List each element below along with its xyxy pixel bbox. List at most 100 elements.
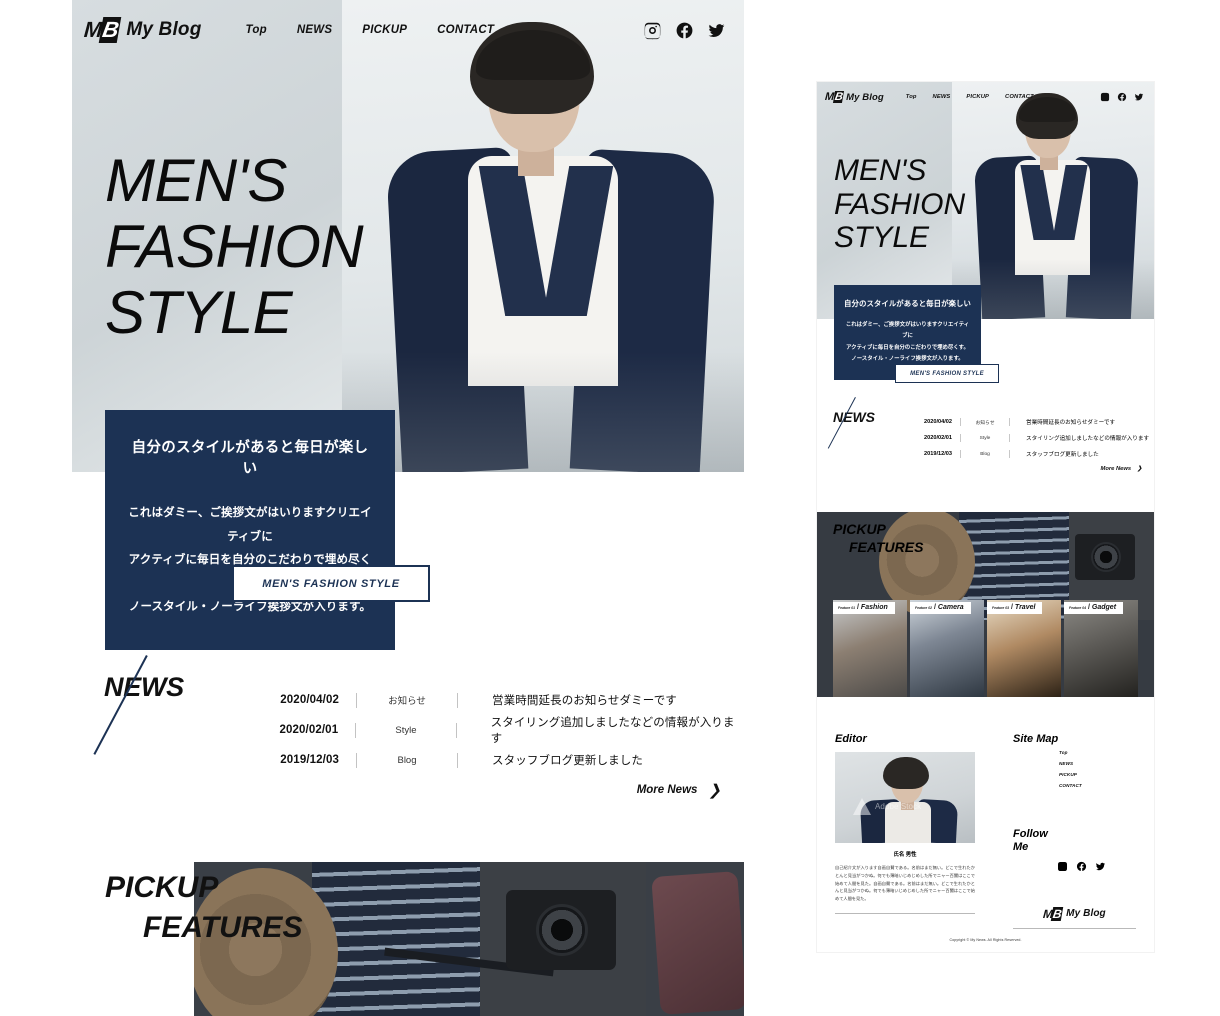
pickup-card-travel[interactable]: Feature 03 / Travel: [987, 600, 1061, 697]
divider: [457, 752, 458, 768]
pickup-card-camera[interactable]: Feature 02 / Camera: [910, 600, 984, 697]
nav-item-news[interactable]: NEWS: [297, 24, 332, 36]
news-category: Blog: [980, 451, 990, 457]
nav-item-contact[interactable]: CONTACT: [437, 24, 494, 36]
preview-hero-photo: [952, 82, 1154, 319]
pickup-card-fashion[interactable]: Feature 01 / Fashion: [833, 600, 907, 697]
twitter-icon[interactable]: [1095, 859, 1106, 877]
preview-hero-cta-button[interactable]: MEN'S FASHION STYLE: [895, 364, 999, 383]
preview-nav-item-top[interactable]: Top: [906, 94, 917, 100]
pickup-heading: PICKUP FEATURES: [105, 868, 302, 948]
news-date: 2020/04/02: [924, 419, 952, 425]
preview-nav-item-contact[interactable]: CONTACT: [1005, 94, 1034, 100]
sitemap-heading: Site Map: [1013, 733, 1059, 745]
hero-cta-button[interactable]: MEN'S FASHION STYLE: [232, 565, 430, 602]
preview-news-row[interactable]: 2020/04/02 お知らせ 営業時間延長のお知らせダミーです: [906, 414, 1149, 430]
copyright-text: Copyright © My News. All Rights Reserved…: [949, 938, 1022, 942]
chevron-right-icon: ❯: [1137, 466, 1142, 472]
pickup-photo-shape: [536, 904, 588, 956]
nav-item-top[interactable]: Top: [246, 24, 267, 36]
pickup-card-slash: /: [1087, 604, 1090, 611]
sitemap-link-pickup[interactable]: PICKUP: [1059, 772, 1136, 777]
preview-nav-item-pickup[interactable]: PICKUP: [966, 94, 989, 100]
news-row[interactable]: 2019/12/03 Blog スタッフブログ更新しました: [247, 745, 744, 775]
preview-hero-headline-line3: STYLE: [834, 221, 930, 255]
footer-logo[interactable]: MB My Blog: [1013, 906, 1136, 921]
footer-columns: Editor Adobe Stock 氏名 男性 自己紹介文が入ります自画自賛で…: [835, 729, 1136, 929]
editor-name: 氏名 男性: [893, 852, 917, 858]
news-row[interactable]: 2020/02/01 Style スタイリング追加しましたなどの情報が入ります: [247, 715, 744, 745]
news-date: 2020/02/01: [924, 435, 952, 441]
divider: [960, 434, 961, 442]
pickup-card-gadget[interactable]: Feature 04 / Gadget: [1064, 600, 1138, 697]
pickup-card-prefix: Feature 04: [1069, 606, 1086, 610]
hero-photo: [342, 0, 744, 472]
sitemap-link-top[interactable]: Top: [1059, 750, 1136, 755]
divider: [355, 722, 357, 738]
preview-nav-item-news[interactable]: NEWS: [933, 94, 951, 100]
divider: [1009, 434, 1010, 442]
instagram-icon[interactable]: [1100, 92, 1110, 102]
divider: [960, 418, 961, 426]
pickup-card-image: [1064, 600, 1138, 697]
preview-news-row[interactable]: 2020/02/01 Style スタイリング追加しましたなどの情報が入ります: [906, 430, 1149, 446]
instagram-icon[interactable]: [1057, 859, 1068, 877]
news-category: お知らせ: [975, 420, 995, 426]
sitemap-link-list: Top NEWS PICKUP CONTACT: [1059, 750, 1136, 788]
preview-hero-headline: MEN'S FASHION STYLE: [834, 154, 965, 255]
news-category: Style: [395, 724, 417, 736]
preview-news-heading: NEWS: [833, 409, 875, 425]
divider: [455, 722, 457, 738]
pickup-heading-line1: PICKUP: [105, 871, 219, 904]
pickup-card-image: [833, 600, 907, 697]
preview-footer: Editor Adobe Stock 氏名 男性 自己紹介文が入ります自画自賛で…: [817, 707, 1154, 952]
preview-more-news-link[interactable]: More News ❯: [1101, 466, 1142, 472]
follow-heading-line1: Follow: [1013, 828, 1048, 840]
preview-news-row[interactable]: 2019/12/03 Blog スタッフブログ更新しました: [906, 446, 1149, 462]
facebook-icon[interactable]: [1117, 92, 1127, 102]
twitter-icon[interactable]: [707, 21, 726, 40]
divider: [835, 912, 975, 914]
more-news-link[interactable]: More News ❯: [637, 781, 721, 799]
news-date: 2019/12/03: [280, 754, 339, 766]
preview-greeting-line-2: アクティブに毎日を自分のこだわりで埋め尽くす。: [846, 344, 969, 351]
pickup-section: PICKUP FEATURES: [72, 862, 744, 1016]
news-date: 2019/12/03: [924, 451, 952, 457]
instagram-icon[interactable]: [643, 21, 662, 40]
sitemap-link-news[interactable]: NEWS: [1059, 761, 1136, 766]
news-category: お知らせ: [388, 696, 426, 707]
editor-bio: 自己紹介文が入ります自画自賛である。名前はまだ無い。どこで生れたかとんと見当がつ…: [835, 865, 975, 902]
hero-greeting-card: 自分のスタイルがあると毎日が楽しい これはダミー、ご挨拶文がはいりますクリエイテ…: [105, 410, 395, 650]
stock-watermark: Adobe Stock: [853, 798, 921, 815]
pickup-card-list: Feature 01 / Fashion Feature 02 / Camera: [817, 600, 1154, 697]
preview-site-logo[interactable]: MB My Blog: [825, 91, 884, 103]
facebook-icon[interactable]: [675, 21, 694, 40]
pickup-heading-line2: FEATURES: [849, 539, 924, 556]
sitemap-link-contact[interactable]: CONTACT: [1059, 783, 1136, 788]
pickup-card-slash: /: [933, 604, 936, 611]
follow-heading-line2: Me: [1013, 840, 1029, 853]
facebook-icon[interactable]: [1076, 859, 1087, 877]
nav-item-pickup[interactable]: PICKUP: [362, 24, 407, 36]
twitter-icon[interactable]: [1134, 92, 1144, 102]
hero-headline-line2: FASHION: [105, 213, 364, 280]
pickup-photo-shape: [1091, 542, 1121, 572]
pickup-card-name: Gadget: [1091, 604, 1117, 611]
main-nav: Top NEWS PICKUP CONTACT: [246, 24, 495, 36]
news-row[interactable]: 2020/04/02 お知らせ 営業時間延長のお知らせダミーです: [247, 685, 744, 715]
news-title: スタッフブログ更新しました: [1026, 452, 1099, 458]
pickup-card-tag: Feature 04 / Gadget: [1064, 602, 1124, 614]
pickup-card-name: Travel: [1014, 604, 1036, 611]
full-page-preview[interactable]: MB My Blog Top NEWS PICKUP CONTACT MEN'S: [817, 82, 1154, 952]
preview-hero-section: MB My Blog Top NEWS PICKUP CONTACT MEN'S: [817, 82, 1154, 319]
site-logo[interactable]: MB My Blog: [83, 17, 202, 43]
news-date: 2020/04/02: [280, 694, 339, 706]
greeting-title: 自分のスタイルがあると毎日が楽しい: [131, 440, 369, 477]
screenshot-root: MEN'S FASHION STYLE MB My Blog Top NEWS …: [0, 0, 1220, 1016]
pickup-card-tag: Feature 02 / Camera: [910, 602, 971, 614]
divider: [1009, 450, 1010, 458]
pickup-card-image: [987, 600, 1061, 697]
pickup-card-image: [910, 600, 984, 697]
hero-headline-line3: STYLE: [105, 279, 293, 346]
preview-pickup-heading: PICKUP FEATURES: [833, 520, 923, 557]
